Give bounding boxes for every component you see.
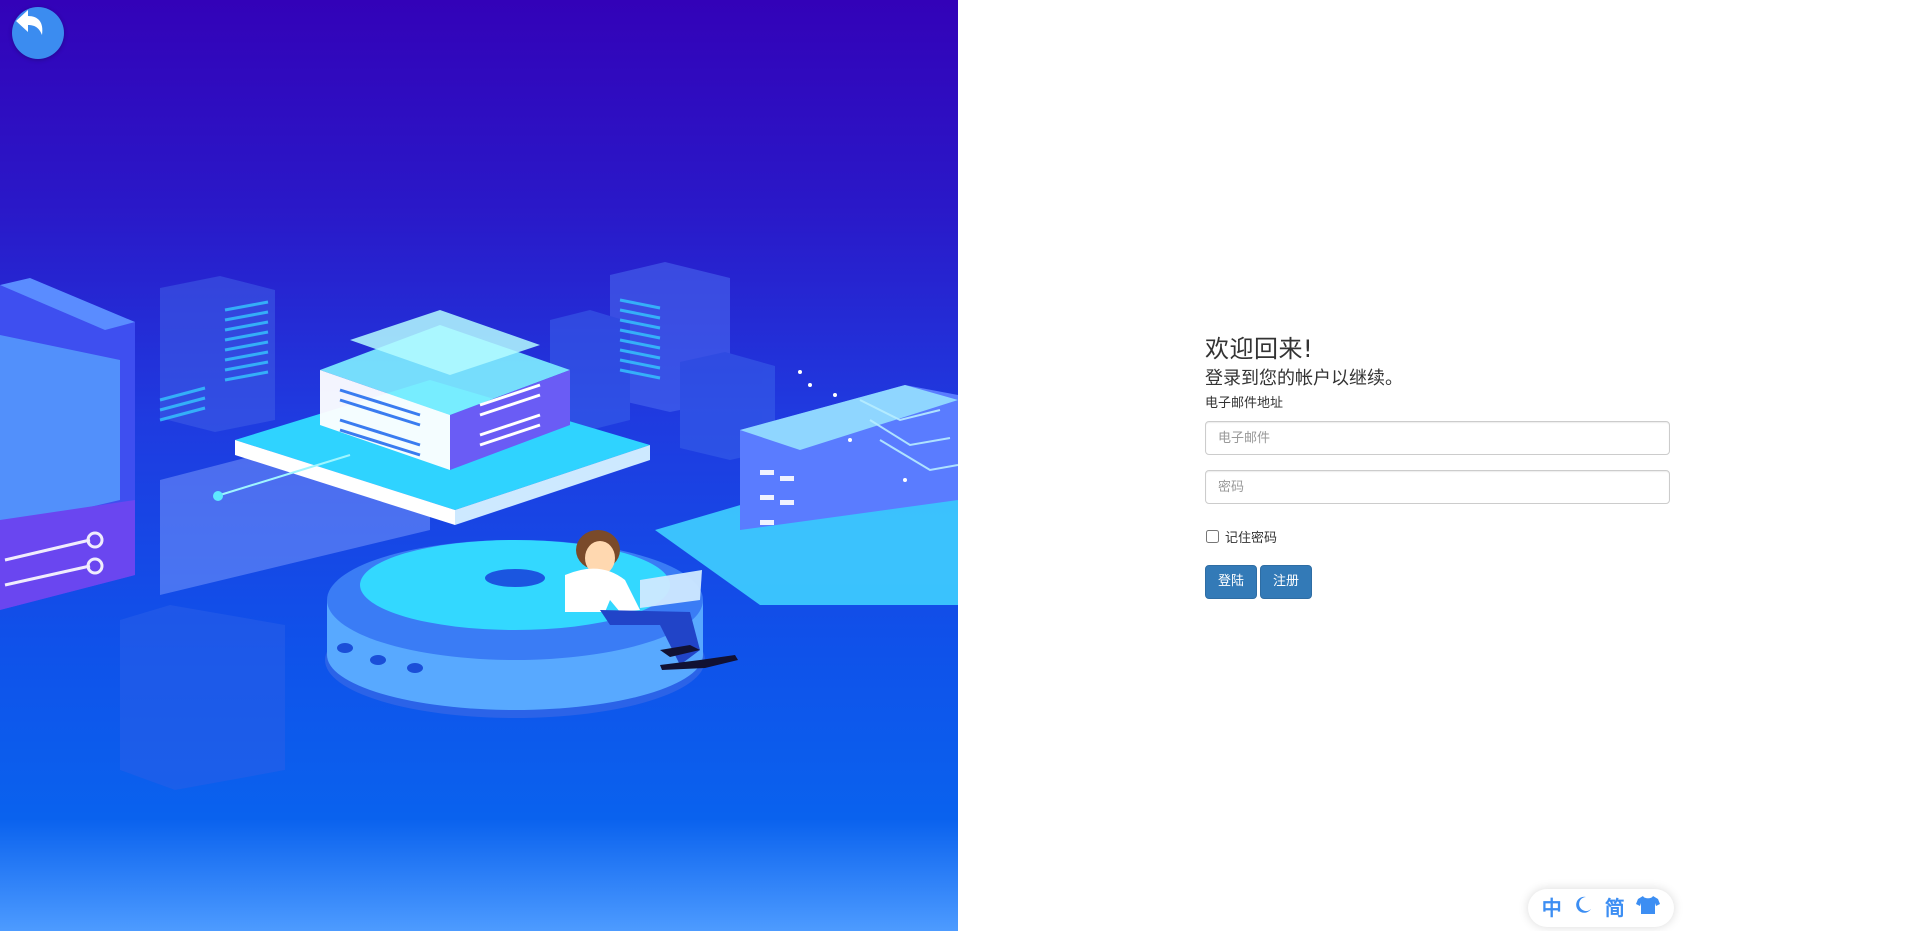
login-button[interactable]: 登陆 — [1205, 565, 1258, 599]
remember-password-checkbox[interactable] — [1206, 530, 1219, 543]
form-buttons: 登陆 注册 — [1205, 565, 1672, 599]
simplified-chinese-toggle[interactable]: 简 — [1605, 889, 1625, 927]
remember-password-label: 记住密码 — [1225, 531, 1278, 546]
welcome-title: 欢迎回来! — [1205, 335, 1314, 363]
remember-password-row: 记住密码 — [1205, 527, 1672, 546]
floating-toolbar-widget: 中 简 — [1528, 889, 1674, 927]
shirt-icon[interactable] — [1636, 889, 1661, 927]
moon-icon[interactable] — [1573, 889, 1593, 927]
register-button[interactable]: 注册 — [1260, 565, 1313, 599]
chinese-language-toggle[interactable]: 中 — [1542, 889, 1562, 927]
login-form: 欢迎回来! 登录到您的帐户以继续。 电子邮件地址 记住密码 登陆 注册 — [1205, 334, 1672, 599]
hero-illustration-panel — [0, 0, 958, 931]
email-label: 电子邮件地址 — [1205, 396, 1284, 411]
email-input[interactable] — [1205, 421, 1670, 455]
back-button[interactable] — [12, 7, 64, 59]
login-subtitle: 登录到您的帐户以继续。 — [1205, 368, 1403, 389]
back-arrow-icon — [16, 10, 43, 35]
password-input[interactable] — [1205, 470, 1670, 504]
server-illustration — [0, 262, 958, 790]
